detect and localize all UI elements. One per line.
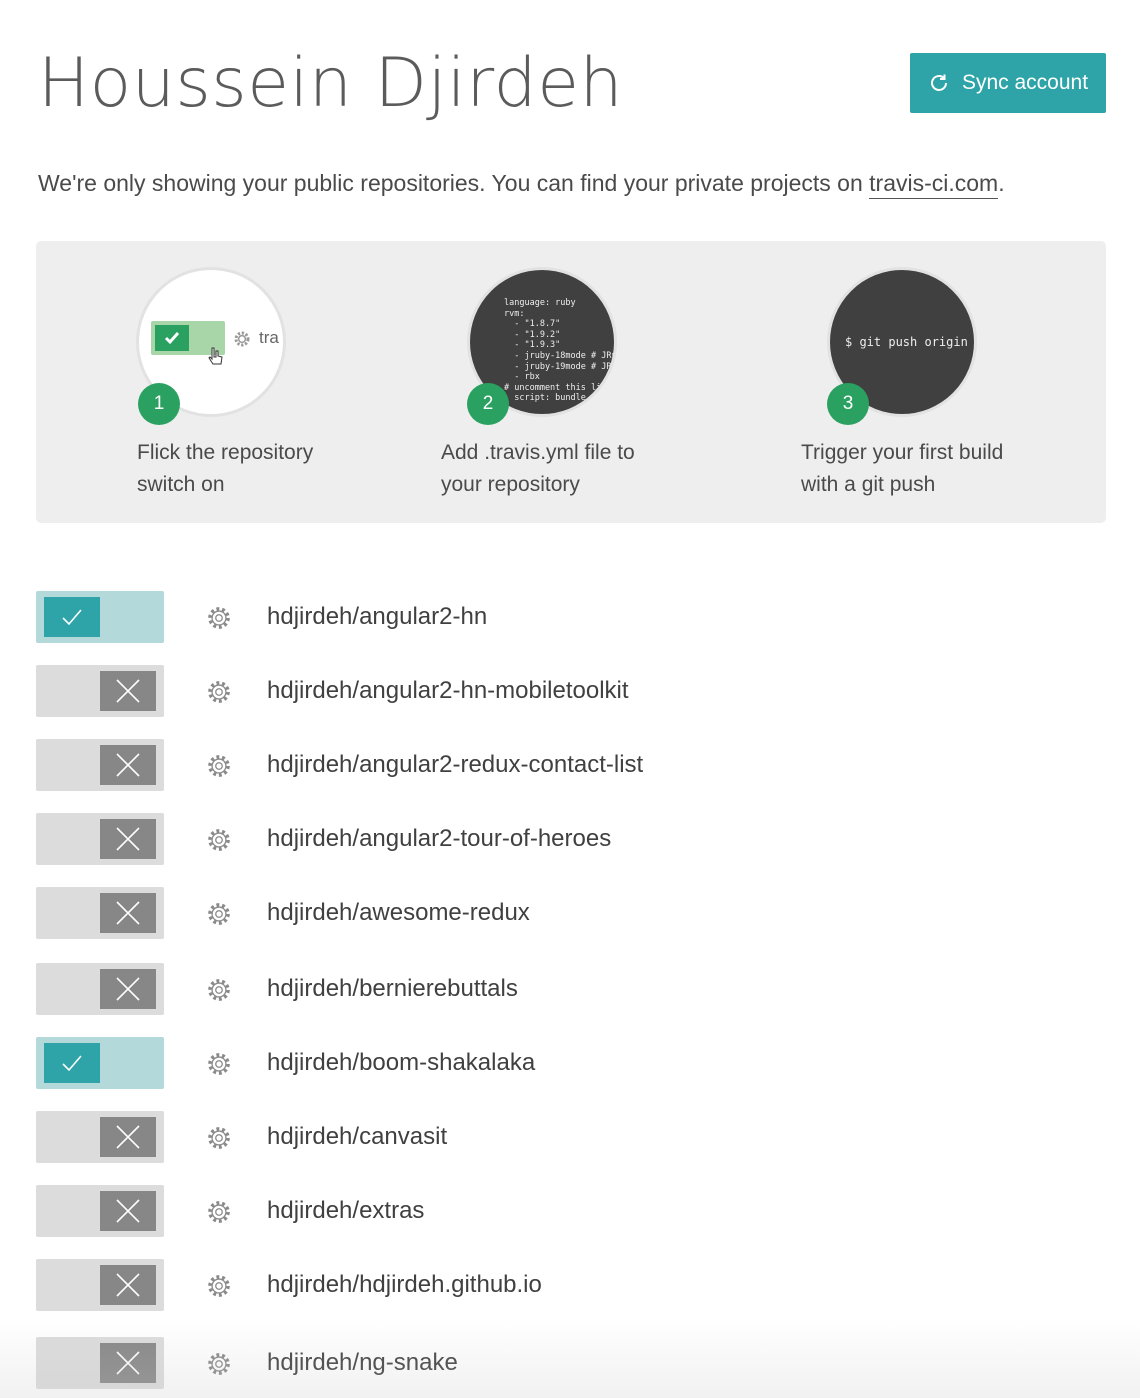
repo-settings-gear-icon[interactable] xyxy=(206,1199,232,1225)
repo-settings-gear-icon[interactable] xyxy=(206,827,232,853)
travis-ci-com-link[interactable]: travis-ci.com xyxy=(869,170,999,199)
repo-row: hdjirdeh/awesome-redux xyxy=(36,887,1106,939)
cursor-icon xyxy=(207,346,225,373)
step-2-line-1: Add .travis.yml file to xyxy=(441,441,635,464)
check-icon xyxy=(44,597,100,637)
notice-text: We're only showing your public repositor… xyxy=(38,170,870,196)
repo-name[interactable]: hdjirdeh/canvasit xyxy=(267,1123,447,1151)
repo-toggle-switch[interactable] xyxy=(36,1259,164,1311)
repo-name[interactable]: hdjirdeh/angular2-tour-of-heroes xyxy=(267,825,611,853)
notice-suffix: . xyxy=(998,170,1005,196)
repo-settings-gear-icon[interactable] xyxy=(206,901,232,927)
repo-row: hdjirdeh/bernierebuttals xyxy=(36,963,1106,1015)
repo-settings-gear-icon[interactable] xyxy=(206,753,232,779)
repo-row: hdjirdeh/angular2-hn xyxy=(36,591,1106,643)
sync-account-button[interactable]: Sync account xyxy=(910,53,1106,113)
repo-settings-gear-icon[interactable] xyxy=(206,605,232,631)
repo-name[interactable]: hdjirdeh/angular2-redux-contact-list xyxy=(267,751,643,779)
close-icon xyxy=(100,893,156,933)
gear-icon xyxy=(233,330,251,353)
repo-toggle-switch[interactable] xyxy=(36,963,164,1015)
page-title: Houssein Djirdeh xyxy=(38,44,624,123)
repo-row: hdjirdeh/canvasit xyxy=(36,1111,1106,1163)
repo-settings-gear-icon[interactable] xyxy=(206,679,232,705)
repo-name[interactable]: hdjirdeh/extras xyxy=(267,1197,424,1225)
repo-settings-gear-icon[interactable] xyxy=(206,1351,232,1377)
repo-name[interactable]: hdjirdeh/angular2-hn-mobiletoolkit xyxy=(267,677,629,705)
repo-name-preview: tra xyxy=(259,328,279,347)
close-icon xyxy=(100,1265,156,1305)
repo-toggle-switch[interactable] xyxy=(36,739,164,791)
repo-row: hdjirdeh/angular2-tour-of-heroes xyxy=(36,813,1106,865)
repo-name[interactable]: hdjirdeh/angular2-hn xyxy=(267,603,487,631)
close-icon xyxy=(100,745,156,785)
step-1-line-2: switch on xyxy=(137,473,225,496)
close-icon xyxy=(100,969,156,1009)
repo-row: hdjirdeh/angular2-hn-mobiletoolkit xyxy=(36,665,1106,717)
step-1-badge: 1 xyxy=(138,383,180,425)
repo-row: hdjirdeh/ng-snake xyxy=(36,1337,1106,1389)
close-icon xyxy=(100,1117,156,1157)
check-icon xyxy=(155,325,189,351)
repo-toggle-switch[interactable] xyxy=(36,591,164,643)
repo-settings-gear-icon[interactable] xyxy=(206,1273,232,1299)
repo-row: hdjirdeh/hdjirdeh.github.io xyxy=(36,1259,1106,1311)
step-2-line-2: your repository xyxy=(441,473,580,496)
repo-toggle-switch[interactable] xyxy=(36,813,164,865)
repo-toggle-switch[interactable] xyxy=(36,1111,164,1163)
repo-name[interactable]: hdjirdeh/awesome-redux xyxy=(267,899,530,927)
repo-settings-gear-icon[interactable] xyxy=(206,1125,232,1151)
repo-settings-gear-icon[interactable] xyxy=(206,1051,232,1077)
step-2-text: Add .travis.yml file to your repository xyxy=(441,437,681,501)
step-3-line-2: with a git push xyxy=(801,473,936,496)
git-push-command: $ git push origin xyxy=(845,335,968,349)
step-2: language: ruby rvm: - "1.8.7" - "1.9.2" … xyxy=(440,241,700,523)
repo-row: hdjirdeh/angular2-redux-contact-list xyxy=(36,739,1106,791)
public-repos-notice: We're only showing your public repositor… xyxy=(38,170,1005,199)
profile-header: Houssein Djirdeh Sync account xyxy=(38,40,1106,130)
repo-toggle-switch[interactable] xyxy=(36,665,164,717)
repo-name[interactable]: hdjirdeh/hdjirdeh.github.io xyxy=(267,1271,542,1299)
check-icon xyxy=(44,1043,100,1083)
repo-name[interactable]: hdjirdeh/boom-shakalaka xyxy=(267,1049,535,1077)
refresh-icon xyxy=(928,72,950,94)
repo-toggle-switch[interactable] xyxy=(36,1185,164,1237)
travis-yml-code: language: ruby rvm: - "1.8.7" - "1.9.2" … xyxy=(504,298,617,404)
step-3: $ git push origin 3 Trigger your first b… xyxy=(800,241,1060,523)
step-1-text: Flick the repository switch on xyxy=(137,437,377,501)
step-1: tra 1 Flick the repository switch on xyxy=(136,241,396,523)
getting-started-steps: tra 1 Flick the repository switch on lan… xyxy=(36,241,1106,523)
sync-account-label: Sync account xyxy=(961,71,1089,94)
step-3-line-1: Trigger your first build xyxy=(801,441,1004,464)
repo-toggle-switch[interactable] xyxy=(36,1037,164,1089)
repo-row: hdjirdeh/boom-shakalaka xyxy=(36,1037,1106,1089)
close-icon xyxy=(100,671,156,711)
repo-row: hdjirdeh/extras xyxy=(36,1185,1106,1237)
close-icon xyxy=(100,1343,156,1383)
repo-settings-gear-icon[interactable] xyxy=(206,977,232,1003)
step-3-badge: 3 xyxy=(827,383,869,425)
close-icon xyxy=(100,819,156,859)
repo-name[interactable]: hdjirdeh/bernierebuttals xyxy=(267,975,518,1003)
step-3-text: Trigger your first build with a git push xyxy=(801,437,1041,501)
close-icon xyxy=(100,1191,156,1231)
step-2-badge: 2 xyxy=(467,383,509,425)
repo-toggle-switch[interactable] xyxy=(36,887,164,939)
step-1-line-1: Flick the repository xyxy=(137,441,314,464)
repo-toggle-switch[interactable] xyxy=(36,1337,164,1389)
repo-name[interactable]: hdjirdeh/ng-snake xyxy=(267,1349,458,1377)
